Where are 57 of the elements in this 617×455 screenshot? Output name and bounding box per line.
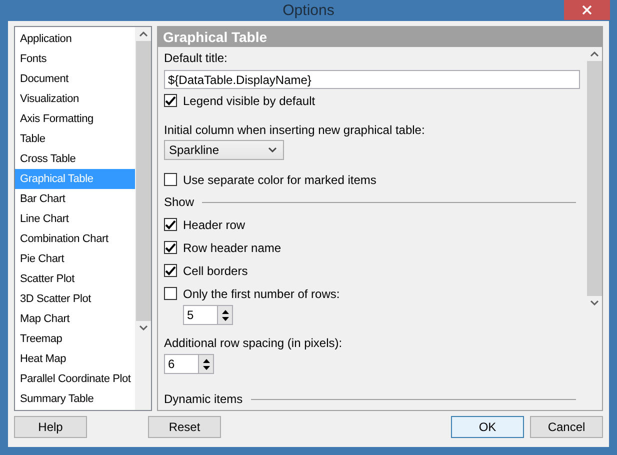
checkbox-label: Cell borders (183, 264, 248, 278)
close-button[interactable] (564, 0, 610, 20)
title-input[interactable]: ${DataTable.DisplayName} (164, 70, 580, 89)
dialog-button[interactable]: OK (451, 416, 524, 438)
dialog-button[interactable]: Reset (148, 416, 221, 438)
dialog-button[interactable]: Help (14, 416, 87, 438)
category-item[interactable]: Heat Map (15, 349, 135, 369)
category-item[interactable]: Document (15, 69, 135, 89)
category-item[interactable]: Pie Chart (15, 249, 135, 269)
checkbox-label: Row header name (183, 240, 282, 254)
category-item[interactable]: Bar Chart (15, 189, 135, 209)
category-item[interactable]: Scatter Plot (15, 269, 135, 289)
checkbox[interactable] (164, 241, 177, 254)
window-title: Options (282, 2, 334, 19)
category-item[interactable]: Map Chart (15, 309, 135, 329)
column-dropdown[interactable]: Sparkline (164, 140, 284, 160)
category-item[interactable]: Axis Formatting (15, 109, 135, 129)
checkbox[interactable] (164, 173, 177, 186)
category-item[interactable]: Cross Table (15, 149, 135, 169)
category-item[interactable]: Combination Chart (15, 229, 135, 249)
down-arrow-icon[interactable] (202, 366, 210, 370)
up-arrow-icon[interactable] (222, 310, 228, 314)
number-spinner[interactable]: 5 (183, 305, 233, 325)
scroll-down-icon[interactable] (138, 325, 148, 331)
checkbox[interactable] (164, 218, 177, 231)
category-item[interactable]: Visualization (15, 89, 135, 109)
section-heading: Show (164, 195, 194, 209)
category-item[interactable]: 3D Scatter Plot (15, 289, 135, 309)
scrollbar[interactable] (135, 27, 151, 410)
checkbox[interactable] (164, 94, 177, 107)
checkbox-label: Only the first number of rows: (183, 286, 340, 300)
field-label: Initial column when inserting new graphical table: (164, 122, 425, 138)
category-item[interactable]: Fonts (15, 49, 135, 69)
checkbox[interactable] (164, 287, 177, 300)
category-item[interactable]: Summary Table (15, 389, 135, 409)
category-item[interactable]: Treemap (15, 329, 135, 349)
checkbox[interactable] (164, 264, 177, 277)
scroll-up-icon[interactable] (590, 51, 598, 57)
panel-title: Graphical Table (158, 27, 602, 47)
number-spinner[interactable]: 6 (164, 354, 214, 374)
field-label: Additional row spacing (in pixels): (164, 335, 342, 351)
scroll-up-icon[interactable] (138, 31, 148, 37)
category-item[interactable]: Table (15, 129, 135, 149)
category-item[interactable]: Application (15, 29, 135, 49)
category-item[interactable]: Parallel Coordinate Plot (15, 369, 135, 389)
up-arrow-icon[interactable] (202, 358, 210, 362)
category-item[interactable]: Line Chart (15, 209, 135, 229)
dialog-button[interactable]: Cancel (530, 416, 603, 438)
checkbox-label: Legend visible by default (183, 94, 316, 108)
down-arrow-icon[interactable] (222, 316, 228, 320)
close-icon (582, 5, 592, 15)
scroll-down-icon[interactable] (590, 300, 598, 306)
checkbox-label: Use separate color for marked items (183, 172, 376, 186)
field-label: Default title: (164, 50, 228, 66)
checkbox-label: Header row (183, 218, 246, 232)
section-heading: Dynamic items (164, 392, 243, 406)
caret-icon (268, 147, 277, 153)
